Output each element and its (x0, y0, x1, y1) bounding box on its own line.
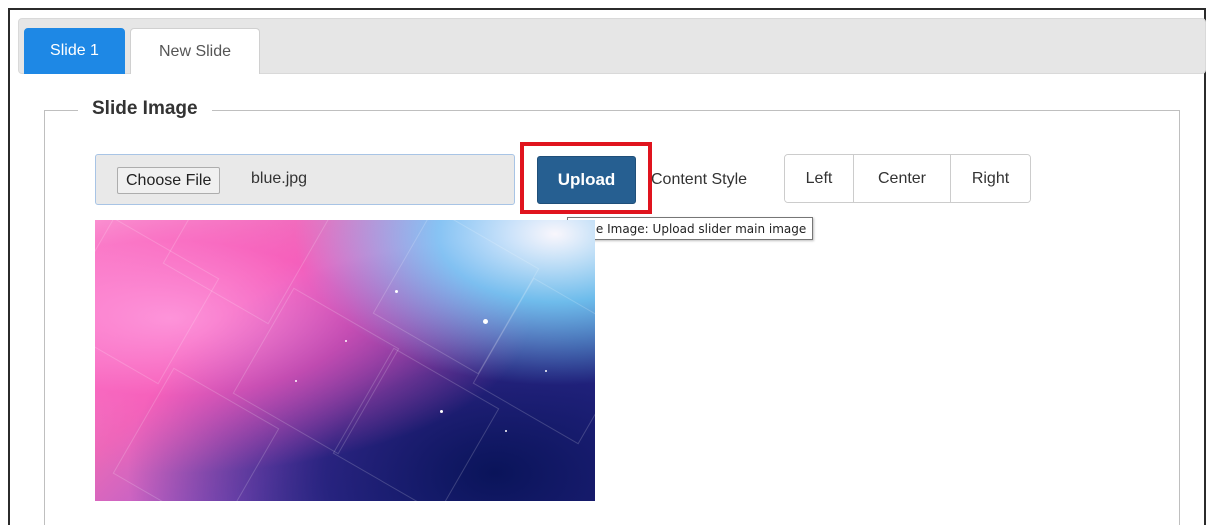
content-style-left-button[interactable]: Left (785, 155, 853, 202)
file-input[interactable]: Choose File blue.jpg (95, 154, 515, 205)
tab-slide-1[interactable]: Slide 1 (24, 28, 125, 74)
content-style-right-button[interactable]: Right (950, 155, 1030, 202)
upload-button[interactable]: Upload (537, 156, 636, 204)
content-style-label: Content Style (651, 171, 748, 188)
slide-preview-image (95, 220, 595, 501)
file-name-label: blue.jpg (251, 170, 308, 187)
section-legend: Slide Image (78, 98, 212, 120)
content-style-button-group: Left Center Right (784, 154, 1031, 203)
choose-file-button[interactable]: Choose File (117, 167, 221, 194)
content-style-center-button[interactable]: Center (853, 155, 950, 202)
tab-new-slide[interactable]: New Slide (130, 28, 260, 74)
upload-tooltip: Slide Image: Upload slider main image (567, 217, 814, 240)
slide-tab-bar: Slide 1 New Slide (18, 18, 1206, 74)
